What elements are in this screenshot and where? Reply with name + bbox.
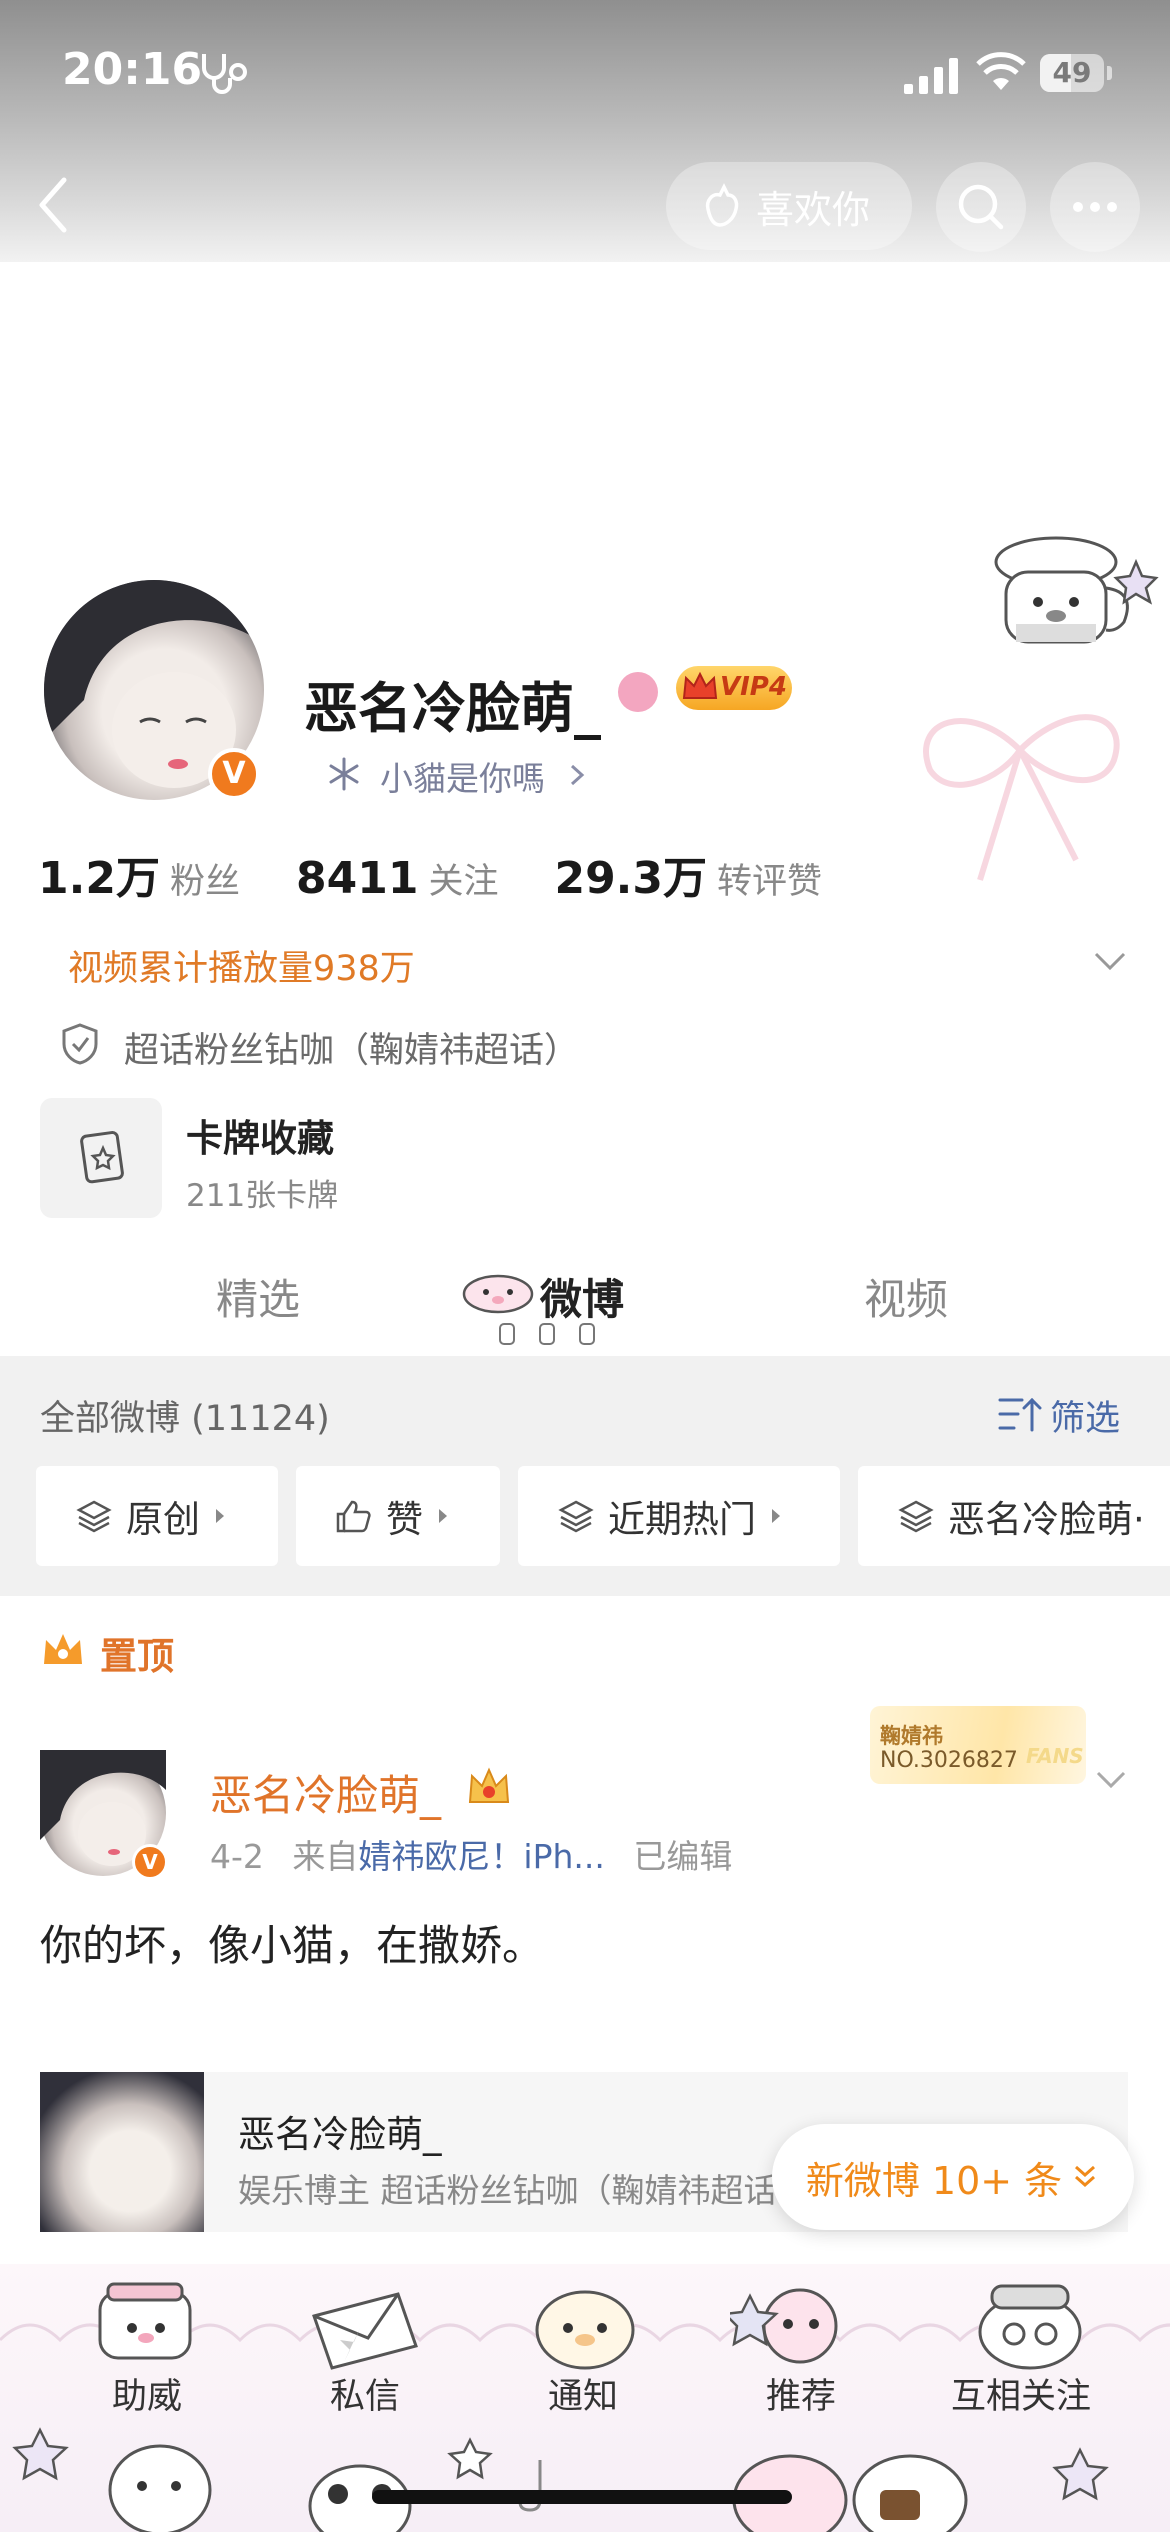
chevron-down-icon[interactable] [1092,946,1128,976]
stethoscope-icon [202,54,247,94]
piggy-mascot-icon [462,1274,534,1314]
chip-original[interactable]: 原创 [36,1466,278,1566]
more-options-button[interactable] [1050,162,1140,252]
post-edited-flag[interactable]: 已编辑 [633,1837,732,1876]
like-you-label: 喜欢你 [756,187,871,232]
tab-weibo[interactable]: 微博 [540,1266,624,1327]
battery-indicator: 49 [1040,54,1112,92]
search-icon [958,184,1004,230]
battery-percent: 49 [1052,56,1092,89]
search-button[interactable] [936,162,1026,252]
profile-tagline[interactable]: 小貓是你嗎 [380,752,545,800]
home-indicator[interactable] [372,2490,792,2504]
mascot-crowd-decoration-icon [12,2427,1109,2532]
fans-badge-name: 鞠婧祎 [880,1724,943,1748]
post-date: 4-2 [210,1837,264,1876]
shared-card-subtitle: 娱乐博主 超话粉丝钻咖（鞠婧祎超话） [238,2171,778,2210]
crown-icon [468,1767,510,1803]
filter-button[interactable]: 筛选 [1050,1390,1120,1441]
engagement-count[interactable]: 29.3万 [554,842,707,906]
new-posts-button[interactable]: 新微博 10+ 条 [772,2124,1134,2230]
vip-level-label: VIP4 [720,672,787,702]
back-arrow-icon[interactable] [28,170,78,240]
supertopic-fan-level[interactable]: 超话粉丝钻咖（鞠婧祎超话） [124,1022,579,1073]
post-source[interactable]: 婧祎欧尼！iPh... [358,1837,604,1876]
layers-icon [558,1500,594,1533]
like-you-button[interactable]: 喜欢你 [666,162,912,250]
engagement-label[interactable]: 转评赞 [717,853,822,904]
tab-featured[interactable]: 精选 [216,1266,300,1327]
chevron-down-icon[interactable] [1094,1766,1128,1794]
post-meta: 4-2 来自婧祎欧尼！iPh... 已编辑 [210,1830,732,1878]
chip-recent-hot[interactable]: 近期热门 [518,1466,840,1566]
cellular-signal-icon [904,58,958,94]
card-collection-count: 211张卡牌 [186,1178,339,1214]
chip-custom-group-label: 恶名冷脸萌· [948,1498,1145,1541]
caret-right-icon [439,1509,447,1523]
video-views-summary: 视频累计播放量938万 [68,949,415,989]
chip-custom-group[interactable]: 恶名冷脸萌· [858,1466,1170,1566]
crown-icon [682,671,718,699]
new-posts-label: 新微博 10+ 条 [805,2158,1063,2203]
cat-paw-icon [705,183,739,227]
chevron-right-icon [570,764,585,786]
chip-original-label: 原创 [126,1498,200,1541]
vip-badge[interactable]: VIP4 [676,666,792,710]
pinned-label: 置顶 [100,1635,174,1678]
profile-stats: 1.2万 粉丝 8411 关注 29.3万 转评赞 [38,842,878,904]
following-count[interactable]: 8411 [296,853,418,904]
shield-icon [62,1023,98,1065]
caret-right-icon [216,1509,224,1523]
tab-indicator-icon [499,1323,595,1345]
layers-icon [898,1500,934,1533]
ribbon-bow-decoration-icon [923,714,1120,881]
tab-video[interactable]: 视频 [864,1266,948,1327]
following-label[interactable]: 关注 [428,853,498,904]
followers-count[interactable]: 1.2万 [38,842,160,906]
followers-label[interactable]: 粉丝 [170,853,240,904]
layers-icon [76,1500,112,1533]
post-body-text: 你的坏，像小猫，在撒娇。 [40,1921,545,1970]
cat-cup-decoration-icon [994,536,1159,644]
chip-likes-label: 赞 [386,1498,423,1541]
card-collection-icon [80,1131,124,1184]
fans-badge-word: FANS [1026,1744,1084,1768]
wifi-icon [976,52,1026,90]
chip-recent-hot-label: 近期热门 [608,1498,756,1541]
profile-username: 恶名冷脸萌_ [304,677,601,740]
caret-right-icon [772,1509,780,1523]
post-source-prefix: 来自 [292,1837,359,1876]
verified-badge: V [208,748,260,800]
shared-card-title: 恶名冷脸萌_ [238,2113,442,2156]
fans-badge-number: NO.3026827 [880,1748,1018,1773]
thumbs-up-icon [336,1500,371,1533]
crown-icon [44,1634,82,1664]
sort-filter-icon [998,1397,1042,1432]
post-author-name[interactable]: 恶名冷脸萌_ [210,1762,441,1823]
snowflake-icon [329,757,359,791]
all-posts-count: 全部微博 (11124) [40,1399,330,1439]
post-verified-badge: V [132,1844,168,1880]
card-collection-title[interactable]: 卡牌收藏 [186,1108,334,1162]
ellipsis-icon [1073,202,1117,212]
chip-likes[interactable]: 赞 [296,1466,500,1566]
double-chevron-down-icon [1075,2165,1096,2188]
status-time: 20:16 [62,44,203,95]
search-tag-icon[interactable] [618,672,658,712]
shared-card-thumbnail [40,2072,204,2232]
